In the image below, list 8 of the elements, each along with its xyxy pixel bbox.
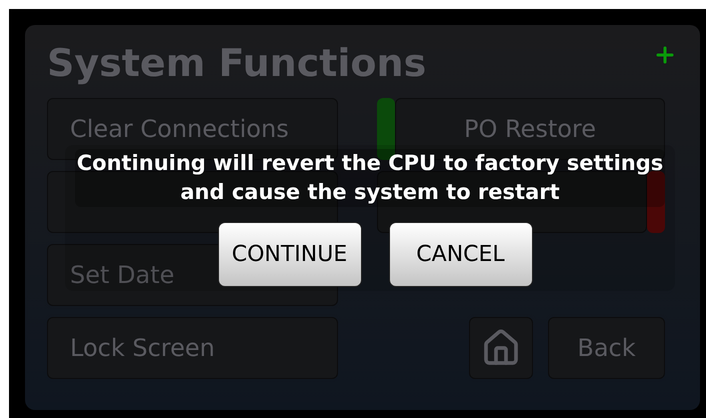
dialog-button[interactable]: CONTINUE [218, 222, 362, 287]
dialog-button[interactable]: CANCEL [388, 222, 532, 287]
screen-title: System Functions [47, 40, 426, 87]
home-button[interactable] [469, 317, 533, 379]
dialog-message: Continuing will revert the CPU to factory settings and cause the system to restart [75, 149, 665, 207]
home-icon [481, 328, 521, 368]
function-button[interactable]: Lock Screen [47, 317, 338, 379]
back-button[interactable]: Back [548, 317, 665, 379]
